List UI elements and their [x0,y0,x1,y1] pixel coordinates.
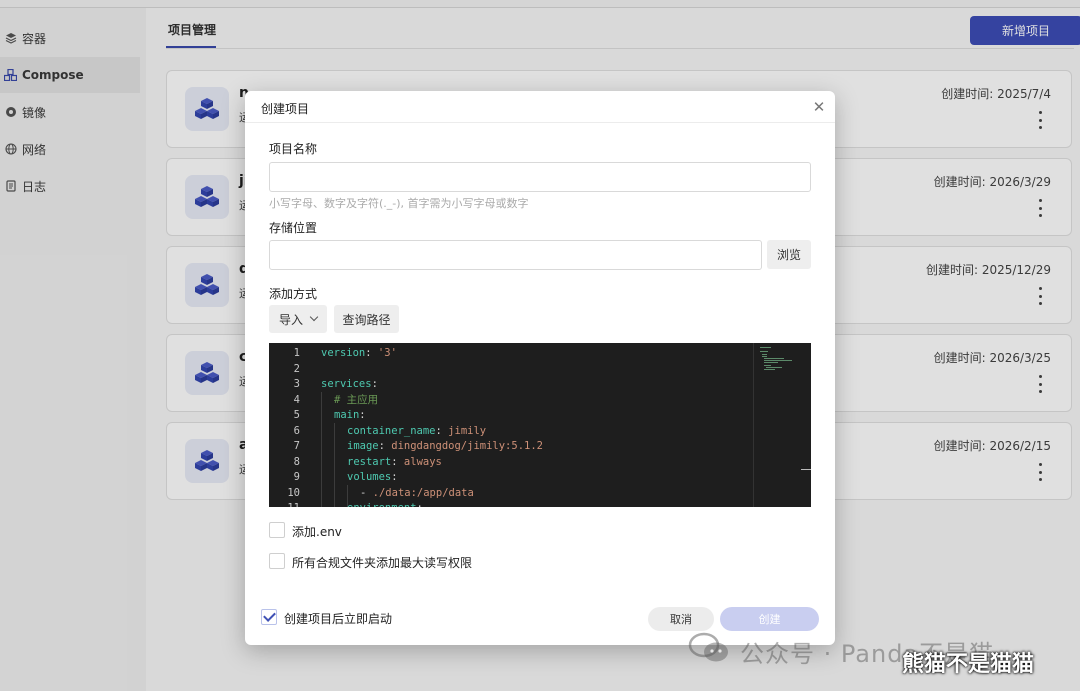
code-text: version: '3' [321,347,397,359]
editor-minimap[interactable] [753,343,811,507]
line-number: 11 [269,501,300,507]
max-permission-label: 所有合规文件夹添加最大读写权限 [292,556,473,570]
add-env-label: 添加.env [292,525,342,539]
minimap-line [764,369,775,370]
cancel-button[interactable]: 取消 [648,607,714,631]
close-icon[interactable]: ✕ [811,99,827,115]
chevron-down-icon [309,312,319,322]
max-permission-checkbox[interactable] [269,553,285,569]
code-line: 4 # 主应用 [269,393,749,409]
autostart-label: 创建项目后立即启动 [284,612,393,626]
dialog-header-divider [245,122,835,123]
minimap-line [764,358,784,359]
code-text: - ./data:/app/data [360,486,474,499]
project-name-label: 项目名称 [269,142,318,156]
minimap-line [764,364,772,366]
line-number: 10 [287,486,300,499]
storage-location-label: 存储位置 [269,221,318,235]
code-line: 11 environment: [269,501,749,507]
add-env-checkbox[interactable] [269,522,285,538]
line-number: 5 [293,409,300,421]
wechat-icon [688,632,730,664]
minimap-line [760,347,771,348]
code-text: # 主应用 [334,393,379,406]
code-line: 8 restart: always [269,455,749,471]
line-number: 2 [293,362,300,375]
code-line: 3 services: [269,377,749,393]
code-text: volumes: [347,471,398,483]
line-number: 3 [293,378,300,390]
add-method-label: 添加方式 [269,287,318,301]
dialog-title: 创建项目 [261,102,310,116]
line-number: 4 [293,393,300,406]
line-number: 8 [293,455,300,468]
code-line: 9 volumes: [269,470,749,486]
code-text: services: [321,378,378,390]
code-line: 7 image: dingdangdog/jimily:5.1.2 [269,439,749,455]
create-button[interactable]: 创建 [720,607,819,631]
code-text: environment: [347,501,423,507]
minimap-viewport-marker [801,469,811,470]
author-signature: 熊猫不是猫猫 [902,652,1035,677]
code-line: 6 container_name: jimily [269,424,749,440]
line-number: 9 [293,471,300,483]
query-path-button[interactable]: 查询路径 [334,305,399,333]
code-text: image: dingdangdog/jimily:5.1.2 [347,440,543,452]
storage-location-input[interactable] [269,240,762,270]
code-line: 1 version: '3' [269,346,749,362]
code-line: 10 - ./data:/app/data [269,486,749,502]
code-line: 2 [269,362,749,378]
create-project-dialog: 创建项目 ✕ 项目名称 小写字母、数字及字符(._-), 首字需为小写字母或数字… [245,91,835,645]
minimap-line [762,353,767,355]
minimap-line [764,360,792,362]
code-text: main: [334,409,366,421]
line-number: 1 [293,347,300,359]
code-text: restart: always [347,455,442,468]
code-line: 5 main: [269,408,749,424]
import-select[interactable]: 导入 [269,305,327,333]
import-select-value: 导入 [278,312,303,327]
line-number: 6 [293,424,300,437]
minimap-line [760,351,769,353]
minimap-line [766,366,783,368]
line-number: 7 [293,440,300,452]
minimap-line [764,362,778,364]
browse-button[interactable]: 浏览 [767,240,811,269]
project-name-input[interactable] [269,162,811,192]
code-text: container_name: jimily [347,424,487,437]
compose-yaml-editor[interactable]: 1 version: '3' 2 3 services: 4 # 主应用 5 main: 6 con… [269,343,811,507]
project-name-hint: 小写字母、数字及字符(._-), 首字需为小写字母或数字 [269,197,529,210]
autostart-checkbox[interactable] [261,609,277,625]
minimap-line [762,355,767,357]
